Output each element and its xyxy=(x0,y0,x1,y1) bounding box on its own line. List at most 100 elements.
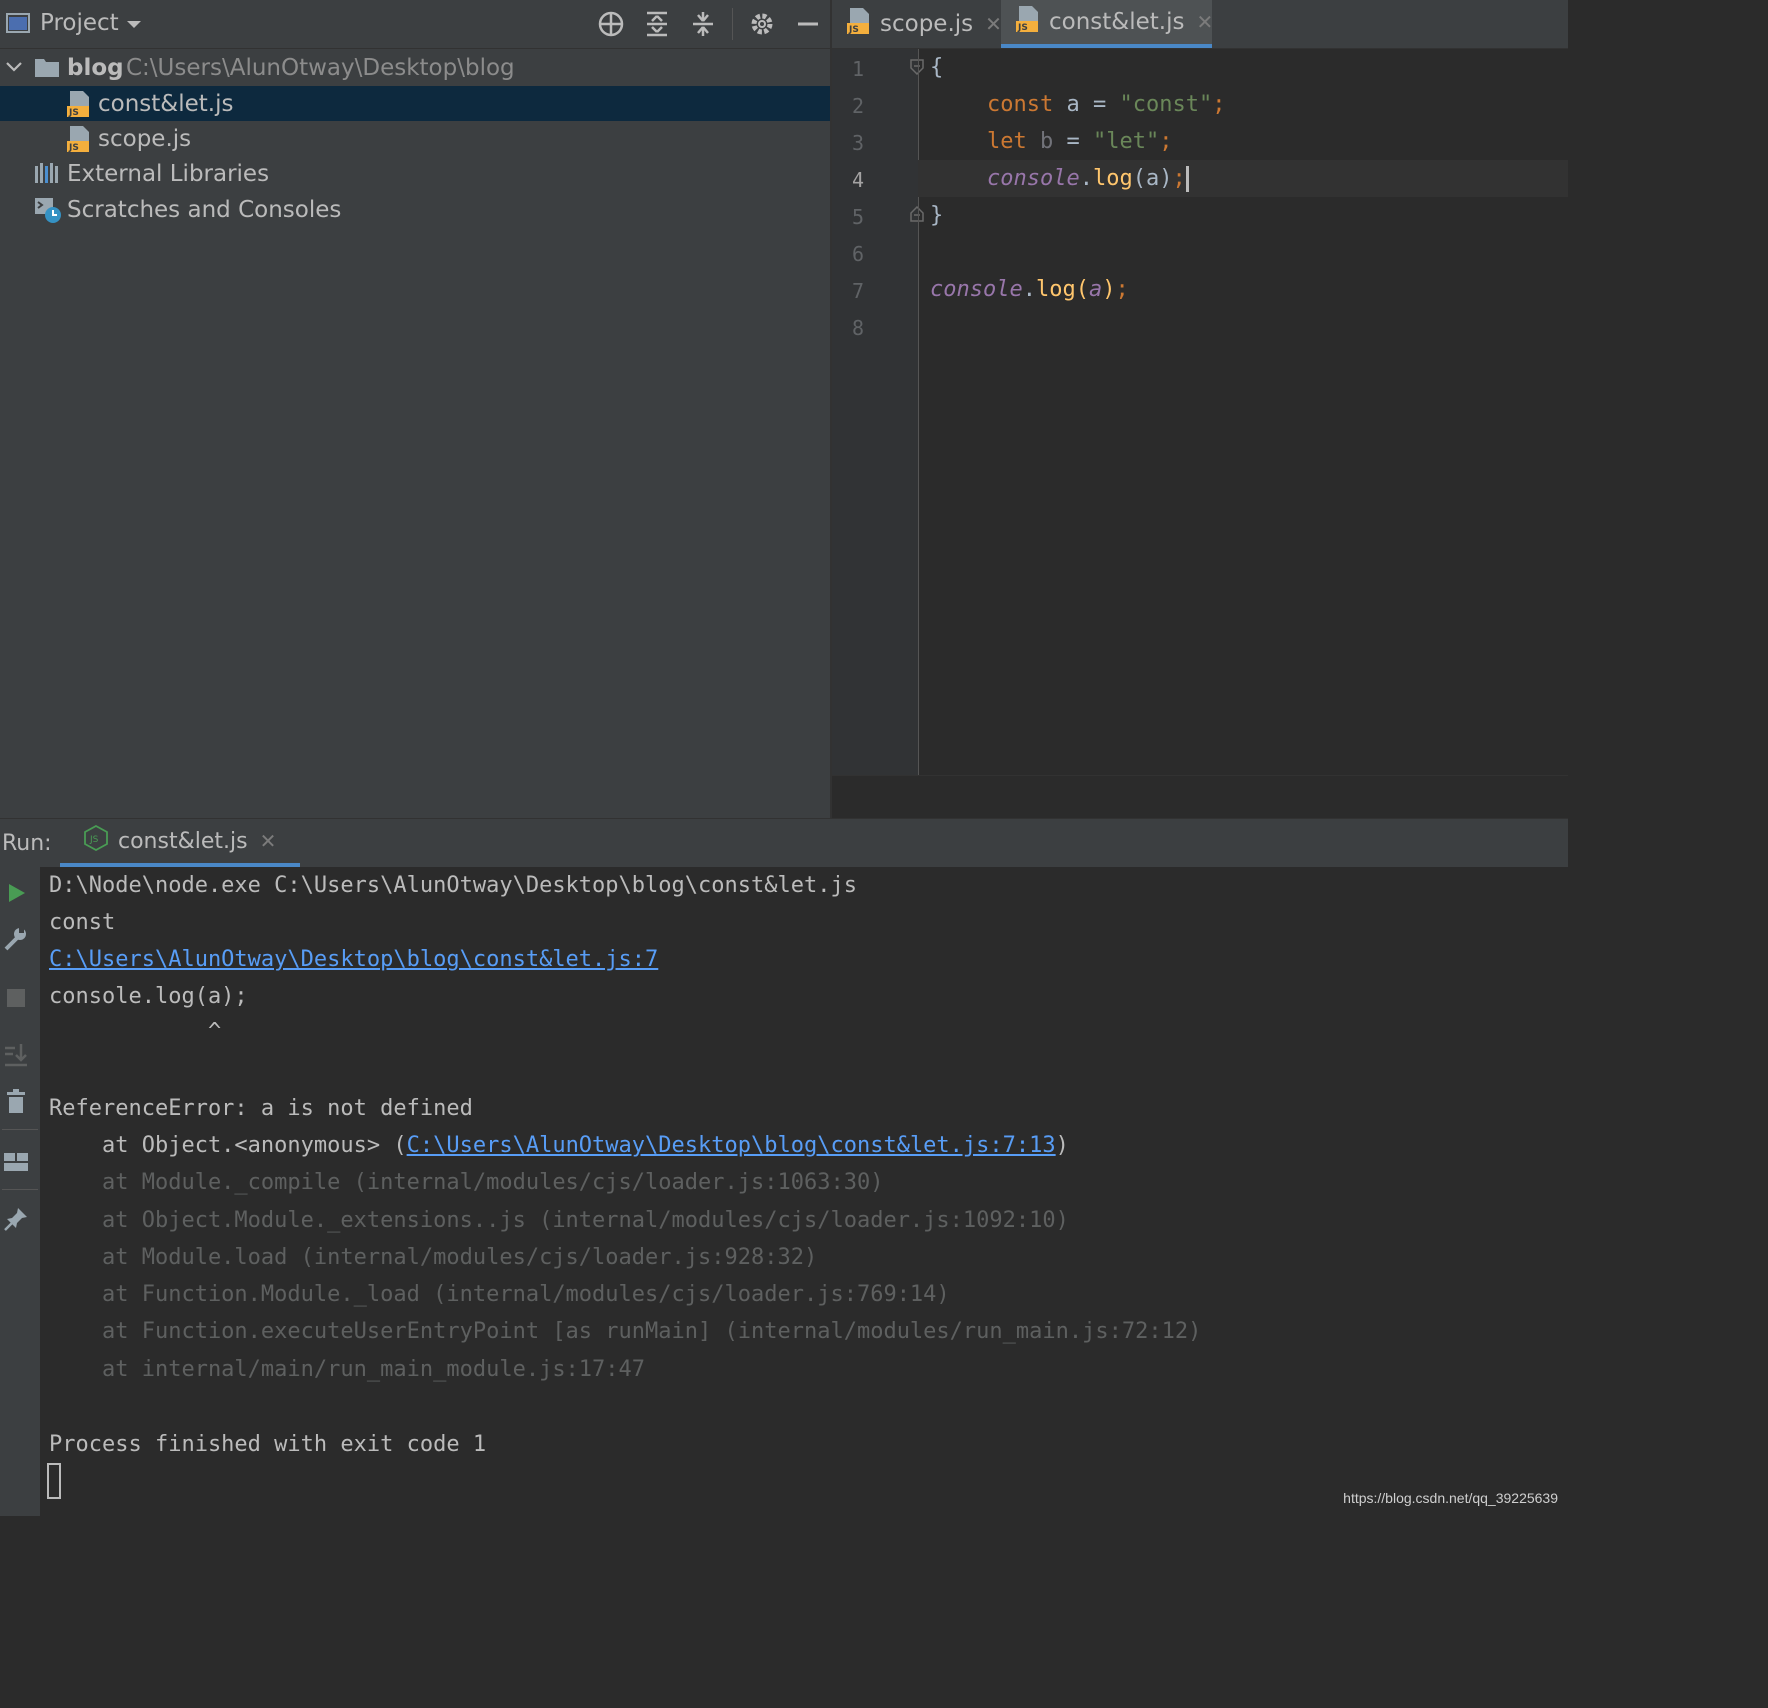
code-token: console xyxy=(930,277,1023,302)
svg-text:JS: JS xyxy=(68,108,79,118)
console-line: at Module._compile (internal/modules/cjs… xyxy=(49,1170,884,1195)
js-file-icon: JS xyxy=(66,90,92,124)
code-token: { xyxy=(930,55,944,80)
minimize-icon[interactable] xyxy=(790,6,826,42)
fold-marker-icon[interactable] xyxy=(910,205,924,226)
wrench-icon[interactable] xyxy=(2,925,30,953)
code-token: b xyxy=(1026,129,1054,154)
code-token: . xyxy=(1079,166,1093,191)
line-number: 5 xyxy=(851,205,864,229)
tree-node-label: External Libraries xyxy=(67,160,270,187)
code-line-3: let b = "let"; xyxy=(987,123,1172,160)
code-token: = xyxy=(1053,129,1093,154)
code-token: ) xyxy=(1102,277,1116,302)
toolbar-divider xyxy=(2,1189,38,1190)
locate-file-icon[interactable] xyxy=(593,6,629,42)
pin-icon[interactable] xyxy=(2,1205,30,1233)
code-line-2: const a = "const"; xyxy=(987,86,1225,123)
line-number-gutter: 1 2 3 4 5 6 7 8 xyxy=(832,49,924,775)
console-line: at internal/main/run_main_module.js:17:4… xyxy=(49,1357,646,1382)
tree-node-const-let-js[interactable]: JS const&let.js xyxy=(0,86,830,121)
close-icon[interactable]: ✕ xyxy=(985,12,1002,36)
line-number: 3 xyxy=(851,131,864,155)
chevron-down-icon[interactable] xyxy=(4,57,24,83)
console-line: at Function.Module._load (internal/modul… xyxy=(49,1282,950,1307)
code-token: ; xyxy=(1212,92,1226,117)
code-editor[interactable]: 1 2 3 4 5 6 7 8 { const a = "const"; let… xyxy=(832,49,1568,775)
close-icon[interactable]: ✕ xyxy=(1196,10,1213,34)
tab-scope-js[interactable]: JS scope.js ✕ xyxy=(846,0,1002,48)
code-token: a xyxy=(1088,277,1103,302)
code-token: log xyxy=(1092,166,1133,191)
code-token: log xyxy=(1035,277,1076,302)
folder-icon xyxy=(34,56,60,84)
console-line: const xyxy=(49,910,116,935)
line-number: 2 xyxy=(851,94,864,118)
tab-const-let-js[interactable]: JS const&let.js ✕ xyxy=(1001,0,1213,48)
js-file-icon: JS xyxy=(846,7,872,41)
tree-node-label: scope.js xyxy=(98,125,192,152)
run-tab-label: const&let.js xyxy=(118,828,248,854)
libraries-icon xyxy=(34,162,60,190)
console-line: C:\Users\AlunOtway\Desktop\blog\const&le… xyxy=(49,947,658,972)
code-token: "const" xyxy=(1119,92,1213,117)
scroll-to-end-icon[interactable] xyxy=(2,1041,30,1069)
nodejs-icon: JS xyxy=(84,824,108,857)
code-token: const xyxy=(987,92,1054,117)
run-tab-const-let-js[interactable]: JS const&let.js ✕ xyxy=(60,819,301,867)
code-token: let xyxy=(987,129,1027,154)
code-line-5: } xyxy=(930,197,943,234)
console-line: at Object.Module._extensions..js (intern… xyxy=(49,1208,1069,1233)
code-token: console xyxy=(987,166,1080,191)
project-panel: Project blog C:\Users\AlunOtway\Desktop\… xyxy=(0,0,830,818)
console-line: ReferenceError: a is not defined xyxy=(49,1096,473,1121)
tab-label: const&let.js xyxy=(1049,9,1185,35)
console-output[interactable]: D:\Node\node.exe C:\Users\AlunOtway\Desk… xyxy=(40,867,1568,1516)
run-tool-window-header: Run: JS const&let.js ✕ xyxy=(0,818,1568,868)
code-line-4: console.log(a); xyxy=(987,160,1189,197)
file-link[interactable]: C:\Users\AlunOtway\Desktop\blog\const&le… xyxy=(49,947,658,972)
svg-text:JS: JS xyxy=(1017,23,1028,33)
rerun-icon[interactable] xyxy=(2,879,30,907)
console-cursor xyxy=(47,1463,61,1499)
line-number: 6 xyxy=(851,242,864,266)
console-line: Process finished with exit code 1 xyxy=(49,1432,487,1457)
run-label: Run: xyxy=(2,831,52,856)
stack-suffix: ) xyxy=(1055,1133,1069,1158)
tree-node-scratches[interactable]: Scratches and Consoles xyxy=(0,192,830,227)
chevron-down-icon[interactable] xyxy=(124,14,144,34)
code-token: "let" xyxy=(1093,129,1160,154)
code-token: ( xyxy=(1075,277,1089,302)
collapse-all-icon[interactable] xyxy=(685,6,721,42)
console-line: console.log(a); xyxy=(49,984,248,1009)
project-toolbar: Project xyxy=(0,0,830,49)
gear-icon[interactable] xyxy=(744,6,780,42)
code-token: ; xyxy=(1172,166,1186,191)
svg-text:JS: JS xyxy=(68,143,79,153)
watermark: https://blog.csdn.net/qq_39225639 xyxy=(1343,1490,1558,1506)
fold-marker-icon[interactable] xyxy=(910,59,924,79)
tree-node-scope-js[interactable]: JS scope.js xyxy=(0,121,830,156)
stop-icon[interactable] xyxy=(2,984,30,1012)
layout-icon[interactable] xyxy=(2,1147,30,1175)
js-file-icon: JS xyxy=(66,125,92,159)
console-line: at Function.executeUserEntryPoint [as ru… xyxy=(49,1319,1202,1344)
console-line: D:\Node\node.exe C:\Users\AlunOtway\Desk… xyxy=(49,873,857,898)
line-number: 1 xyxy=(851,57,864,81)
project-view-title[interactable]: Project xyxy=(40,10,119,36)
tree-node-blog-label: blog xyxy=(67,54,124,81)
tree-node-external-libraries[interactable]: External Libraries xyxy=(0,156,830,191)
file-link[interactable]: C:\Users\AlunOtway\Desktop\blog\const&le… xyxy=(407,1133,1056,1158)
expand-all-icon[interactable] xyxy=(639,6,675,42)
trash-icon[interactable] xyxy=(2,1087,30,1115)
project-window-icon xyxy=(6,11,30,35)
code-line-7: console.log(a); xyxy=(930,271,1129,308)
close-icon[interactable]: ✕ xyxy=(260,829,277,853)
tree-node-label: const&let.js xyxy=(98,90,234,117)
stack-prefix: at Object.<anonymous> ( xyxy=(49,1133,407,1158)
run-side-toolbar xyxy=(0,867,41,1516)
code-token: } xyxy=(930,203,944,228)
tree-node-blog[interactable]: blog C:\Users\AlunOtway\Desktop\blog xyxy=(0,50,830,85)
code-token: ; xyxy=(1115,277,1129,302)
code-token: a = xyxy=(1053,92,1120,117)
